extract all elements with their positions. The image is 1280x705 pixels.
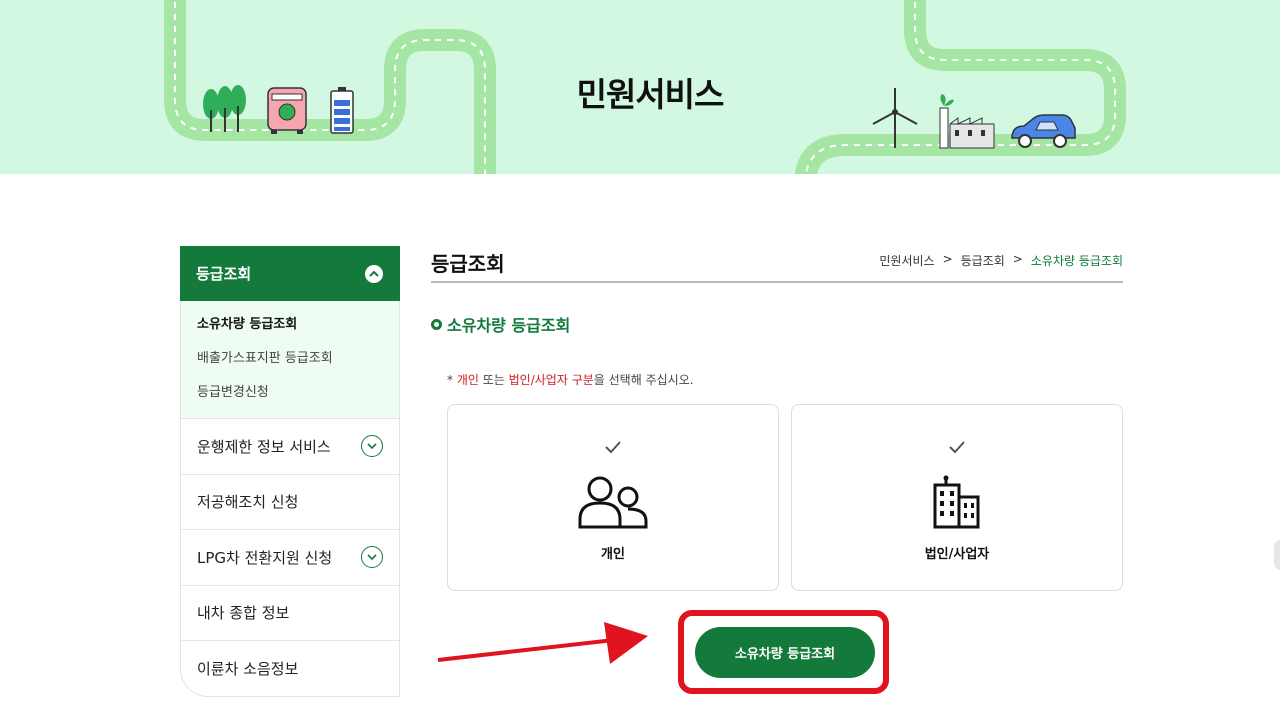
chevron-down-icon[interactable] xyxy=(361,435,383,458)
bullet-ring-icon xyxy=(431,318,442,330)
option-label: 개인 xyxy=(601,547,625,562)
breadcrumb-separator: > xyxy=(1012,252,1023,266)
vehicle-grade-lookup-button[interactable]: 소유차량 등급조회 xyxy=(695,627,875,678)
sidebar-item-lpg-conversion[interactable]: LPG차 전환지원 신청 xyxy=(181,530,399,586)
page-banner-title: 민원서비스 xyxy=(576,75,725,114)
option-card-corporate[interactable]: 법인/사업자 xyxy=(791,404,1123,591)
floating-scroll-tab[interactable] xyxy=(1274,540,1280,570)
option-label: 법인/사업자 xyxy=(924,547,990,562)
building-icon xyxy=(792,475,1122,533)
submenu-item-emission-sign-grade[interactable]: 배출가스표지판 등급조회 xyxy=(197,349,399,383)
sidebar-submenu: 소유차량 등급조회 배출가스표지판 등급조회 등급변경신청 xyxy=(181,301,399,419)
sidebar-item-label: 내차 종합 정보 xyxy=(197,604,290,623)
sidebar-item-label: 이륜차 소음정보 xyxy=(197,660,299,679)
submenu-item-grade-change[interactable]: 등급변경신청 xyxy=(197,383,399,417)
person-group-icon xyxy=(448,475,778,533)
annotation-arrow-icon xyxy=(437,622,648,664)
breadcrumb: 민원서비스 > 등급조회 > 소유차량 등급조회 xyxy=(879,252,1123,269)
sidebar-item-motorcycle-noise[interactable]: 이륜차 소음정보 xyxy=(181,641,399,697)
sidebar-header-label: 등급조회 xyxy=(196,265,252,283)
sidebar-item-label: LPG차 전환지원 신청 xyxy=(197,548,333,567)
notice-tail: 을 선택해 주십시오. xyxy=(593,373,694,387)
submenu-item-vehicle-grade[interactable]: 소유차량 등급조회 xyxy=(197,315,399,349)
sidebar-item-driving-restriction[interactable]: 운행제한 정보 서비스 xyxy=(181,419,399,475)
title-divider xyxy=(431,281,1123,283)
notice-or: 또는 xyxy=(478,373,509,387)
section-title: 소유차량 등급조회 xyxy=(431,312,570,336)
option-card-individual[interactable]: 개인 xyxy=(447,404,779,591)
notice-individual: 개인 xyxy=(456,373,479,387)
check-icon xyxy=(792,439,1122,458)
page-banner: 민원서비스 xyxy=(0,0,1280,174)
breadcrumb-current: 소유차량 등급조회 xyxy=(1030,254,1123,268)
sidebar-item-grade-lookup[interactable]: 등급조회 xyxy=(180,246,400,301)
page-title: 등급조회 xyxy=(431,252,505,276)
sidebar-item-low-emission[interactable]: 저공해조치 신청 xyxy=(181,475,399,530)
notice-star: * xyxy=(447,373,457,387)
sidebar: 등급조회 소유차량 등급조회 배출가스표지판 등급조회 등급변경신청 운행제한 … xyxy=(180,246,400,697)
section-title-label: 소유차량 등급조회 xyxy=(447,316,571,335)
breadcrumb-separator: > xyxy=(942,252,953,266)
selection-notice: * 개인 또는 법인/사업자 구분을 선택해 주십시오. xyxy=(447,371,694,388)
chevron-up-icon[interactable] xyxy=(365,264,383,283)
sidebar-item-label: 운행제한 정보 서비스 xyxy=(197,437,331,456)
notice-corporate: 법인/사업자 구분 xyxy=(508,373,594,387)
electric-car-icon xyxy=(1011,114,1076,148)
check-icon xyxy=(448,439,778,458)
breadcrumb-parent[interactable]: 등급조회 xyxy=(961,252,1005,269)
breadcrumb-home[interactable]: 민원서비스 xyxy=(879,252,934,269)
chevron-down-icon[interactable] xyxy=(361,546,383,569)
sidebar-item-label: 저공해조치 신청 xyxy=(197,493,299,512)
sidebar-item-my-car-info[interactable]: 내차 종합 정보 xyxy=(181,586,399,641)
